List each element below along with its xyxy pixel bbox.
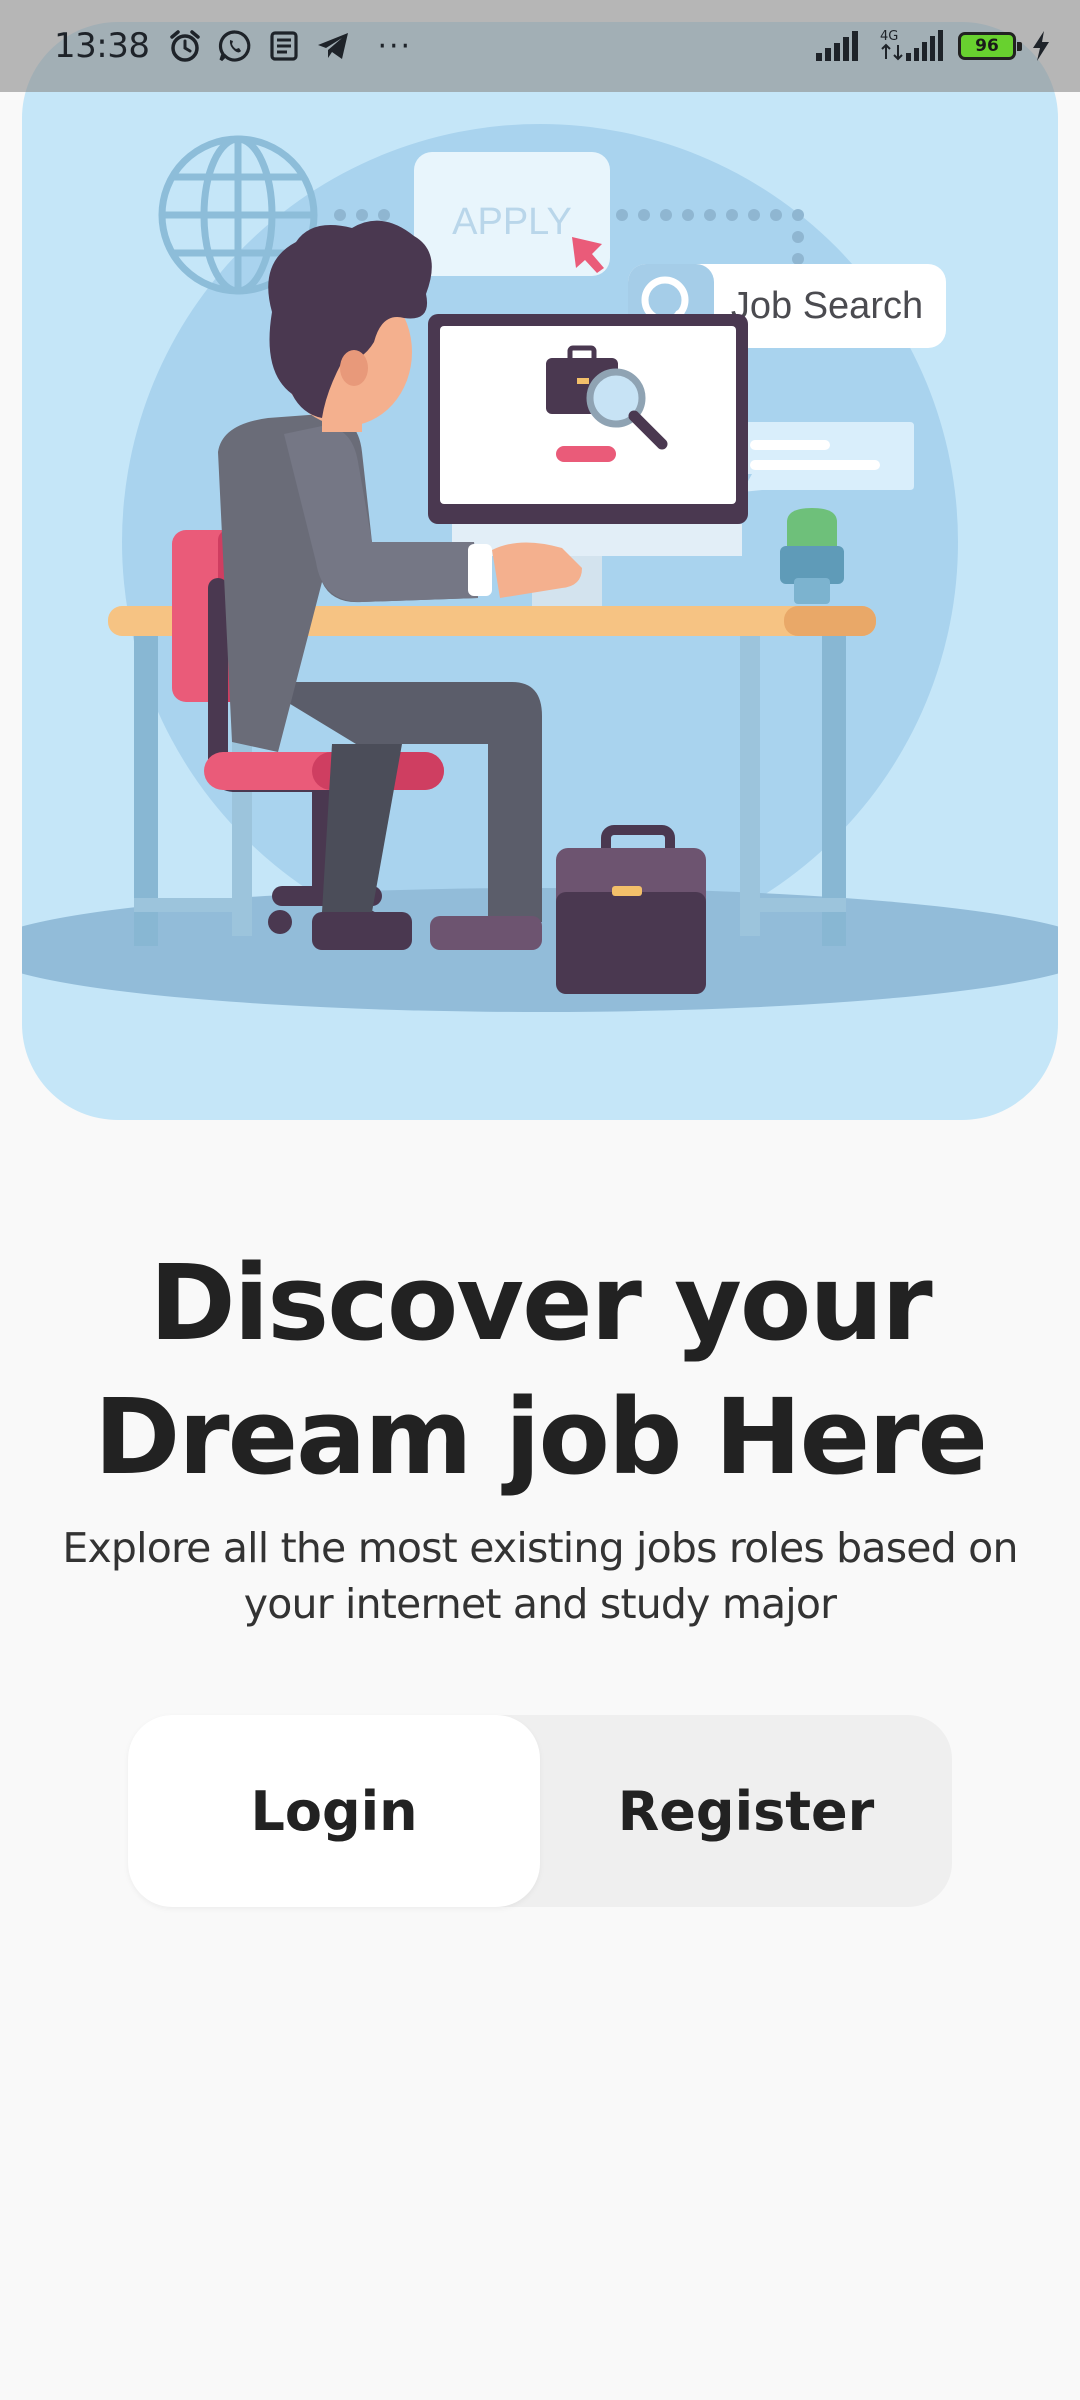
alarm-icon <box>167 28 203 64</box>
subtitle-line-1: Explore all the most existing jobs roles… <box>62 1524 1018 1572</box>
login-button[interactable]: Login <box>128 1715 540 1907</box>
page-title: Discover your Dream job Here <box>0 1236 1080 1504</box>
register-button[interactable]: Register <box>540 1715 952 1907</box>
telegram-icon <box>315 28 351 64</box>
svg-text:4G: 4G <box>880 29 898 44</box>
auth-switch: Login Register <box>128 1715 952 1907</box>
more-notifications-icon: ··· <box>377 28 413 64</box>
whatsapp-icon <box>217 28 253 64</box>
job-search-label: Job Search <box>731 285 923 327</box>
suitcase-icon <box>556 825 706 994</box>
status-bar-left: 13:38 ··· <box>54 26 412 66</box>
signal-4g-icon: 4G <box>878 27 944 65</box>
subtitle-line-2: your internet and study major <box>243 1580 837 1628</box>
title-line-2: Dream job Here <box>93 1376 988 1498</box>
hero-illustration: APPLY Job Search <box>22 22 1058 1120</box>
battery-icon: 96 <box>958 32 1022 60</box>
news-icon <box>267 29 301 63</box>
status-bar-right: 4G 96 <box>814 27 1052 65</box>
title-line-1: Discover your <box>149 1242 932 1364</box>
status-time: 13:38 <box>54 26 150 66</box>
screen: APPLY Job Search 13:38 ··· 4G 96 Discove… <box>0 0 1080 2400</box>
signal-icon <box>814 29 864 63</box>
status-bar: 13:38 ··· 4G 96 <box>0 0 1080 92</box>
apply-label: APPLY <box>452 201 572 243</box>
page-subtitle: Explore all the most existing jobs roles… <box>40 1520 1040 1632</box>
charging-icon <box>1030 29 1052 63</box>
